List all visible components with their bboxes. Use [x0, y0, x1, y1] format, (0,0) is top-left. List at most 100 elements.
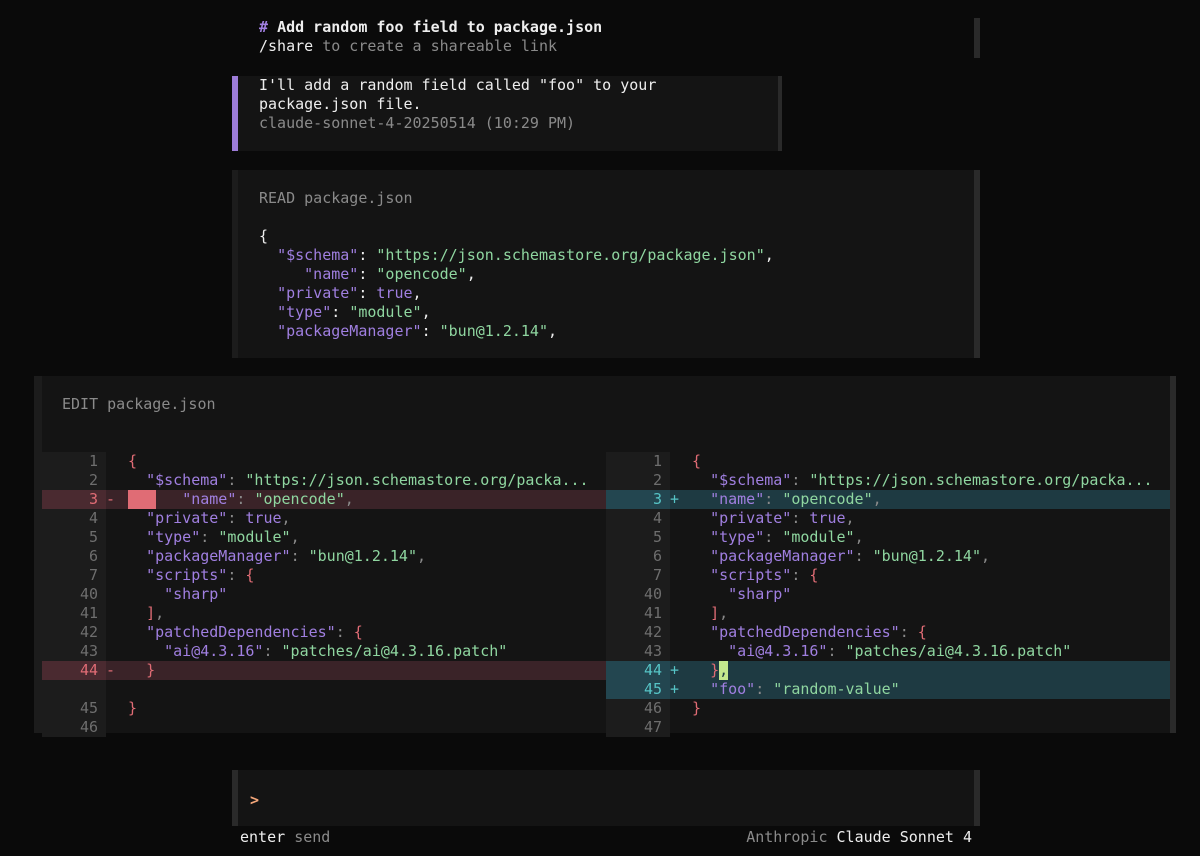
line-number: 46	[643, 699, 662, 717]
line-text: "ai@4.3.16": "patches/ai@4.3.16.patch"	[728, 642, 1072, 660]
code-tail: ,	[548, 322, 558, 340]
line-text: "type": "module",	[710, 528, 864, 546]
edit-tool-block: EDIT package.json 1{2 "$schema": "https:…	[34, 376, 1176, 737]
code-key: "packageManager"	[277, 322, 422, 340]
line-number: 45	[79, 699, 98, 717]
line-number: 2	[652, 471, 662, 489]
diff-sign: -	[106, 490, 116, 508]
enter-key: enter	[240, 828, 286, 846]
code-key: "private"	[277, 284, 359, 302]
line-number: 41	[643, 604, 662, 622]
footer-hint: enter send	[240, 828, 330, 847]
diff-row: 5 "type": "module",	[606, 528, 1170, 547]
diff-row: 4 "private": true,	[606, 509, 1170, 528]
diff-row	[42, 680, 606, 699]
input-left-bar	[232, 770, 238, 826]
read-code-line: "name": "opencode",	[259, 265, 774, 284]
diff-row: 41 ],	[606, 604, 1170, 623]
line-gutter: 41	[42, 604, 106, 623]
line-text: "type": "module",	[146, 528, 300, 546]
read-verb: READ	[259, 189, 296, 207]
diff-sign: +	[670, 490, 680, 508]
line-text: }	[692, 699, 702, 717]
line-gutter: 42	[606, 623, 670, 642]
line-gutter: 43	[606, 642, 670, 661]
session-title-line: # Add random foo field to package.json	[232, 18, 980, 37]
line-text: "$schema": "https://json.schemastore.org…	[710, 471, 1153, 489]
line-number: 40	[79, 585, 98, 603]
prompt-caret: >	[250, 791, 260, 809]
message-content: I'll add a random field called "foo" to …	[259, 76, 656, 133]
line-text: }	[128, 699, 138, 717]
line-number: 6	[88, 547, 98, 565]
assistant-message: I'll add a random field called "foo" to …	[232, 76, 782, 151]
message-right-bar	[778, 76, 782, 151]
line-gutter: 1	[606, 452, 670, 471]
diff-row: 7 "scripts": {	[606, 566, 1170, 585]
line-number: 40	[643, 585, 662, 603]
share-command[interactable]: /share	[259, 37, 313, 55]
diff-pane-before: 1{2 "$schema": "https://json.schemastore…	[42, 452, 606, 737]
diff-pane-after: 1{2 "$schema": "https://json.schemastore…	[606, 452, 1170, 737]
code-value: "bun@1.2.14"	[439, 322, 548, 340]
edit-verb: EDIT	[62, 395, 99, 413]
code-tail: ,	[412, 284, 422, 302]
line-text: "patchedDependencies": {	[146, 623, 363, 641]
line-gutter: 4	[606, 509, 670, 528]
diff-row: 42 "patchedDependencies": {	[42, 623, 606, 642]
line-text: {	[128, 452, 138, 470]
prompt-input-box[interactable]: >	[232, 770, 980, 826]
title-hash: #	[259, 18, 269, 36]
read-code: { "$schema": "https://json.schemastore.o…	[259, 227, 774, 341]
diff-row: 4 "private": true,	[42, 509, 606, 528]
line-gutter: 44	[606, 661, 670, 680]
diff-row: 2 "$schema": "https://json.schemastore.o…	[42, 471, 606, 490]
enter-action: send	[294, 828, 331, 846]
line-number: 1	[652, 452, 662, 470]
diff-row: 45}	[42, 699, 606, 718]
line-number: 5	[652, 528, 662, 546]
diff-row: 6 "packageManager": "bun@1.2.14",	[606, 547, 1170, 566]
line-text: "foo": "random-value"	[710, 680, 900, 698]
diff-row: 44- }	[42, 661, 606, 680]
model-indicator[interactable]: Anthropic Claude Sonnet 4	[746, 828, 972, 847]
line-text: "sharp"	[728, 585, 792, 603]
code-key: "type"	[277, 303, 332, 321]
diff-row: 1{	[606, 452, 1170, 471]
line-text: "$schema": "https://json.schemastore.org…	[146, 471, 589, 489]
line-text: "patchedDependencies": {	[710, 623, 927, 641]
line-gutter: 7	[42, 566, 106, 585]
input-right-bar	[974, 770, 980, 826]
line-gutter: 47	[606, 718, 670, 737]
line-gutter: 3	[42, 490, 106, 509]
session-header: # Add random foo field to package.json /…	[232, 18, 980, 58]
read-file: package.json	[304, 189, 413, 207]
line-number: 43	[643, 642, 662, 660]
diff-row: 3 + "name": "opencode",	[606, 490, 1170, 509]
line-gutter: 46	[606, 699, 670, 718]
line-number: 4	[652, 509, 662, 527]
code-sep: :	[358, 284, 377, 302]
line-number: 45	[643, 680, 662, 698]
line-text: "packageManager": "bun@1.2.14",	[710, 547, 991, 565]
line-number: 2	[88, 471, 98, 489]
line-text: },	[710, 661, 729, 680]
message-text-line-2: package.json file.	[259, 95, 422, 113]
line-number: 44	[643, 661, 662, 679]
diff-row: 47	[606, 718, 1170, 737]
line-number: 5	[88, 528, 98, 546]
share-hint-text: to create a shareable link	[322, 37, 558, 55]
line-number: 43	[79, 642, 98, 660]
diff-row: 45 + "foo": "random-value"	[606, 680, 1170, 699]
diff-sign: +	[670, 680, 680, 698]
line-number: 42	[643, 623, 662, 641]
read-code-line: "type": "module",	[259, 303, 774, 322]
line-text: "scripts": {	[710, 566, 819, 584]
edit-file: package.json	[107, 395, 216, 413]
read-accent-bar	[232, 170, 238, 358]
diff-row: 43 "ai@4.3.16": "patches/ai@4.3.16.patch…	[606, 642, 1170, 661]
line-gutter: 3	[606, 490, 670, 509]
line-text: "private": true,	[710, 509, 855, 527]
read-tool-block: READ package.json { "$schema": "https://…	[232, 170, 980, 358]
code-value: "opencode"	[376, 265, 467, 283]
